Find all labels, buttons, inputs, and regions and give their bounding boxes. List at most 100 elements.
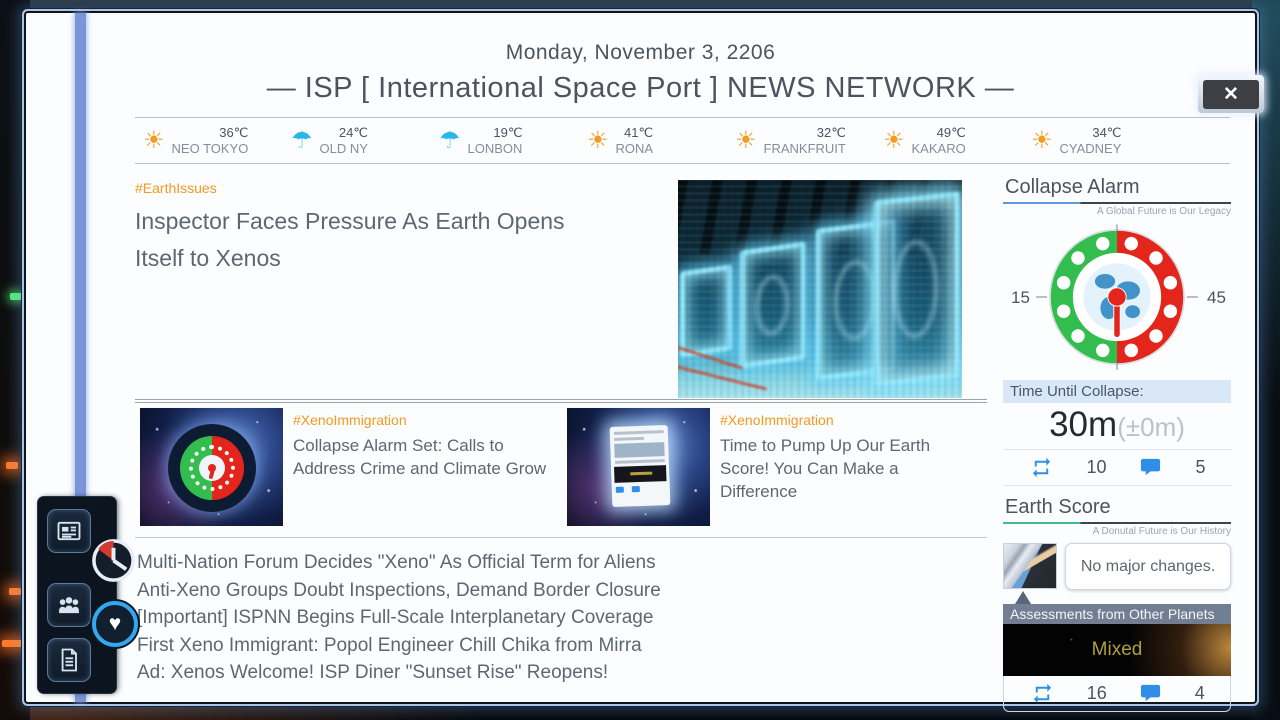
sidebar: Collapse Alarm A Global Future is Our Le… bbox=[1003, 176, 1231, 712]
favorite-button[interactable]: ♥ bbox=[92, 601, 138, 647]
heart-icon: ♥ bbox=[109, 612, 121, 636]
people-icon bbox=[55, 591, 83, 619]
sub-article-headline[interactable]: Collapse Alarm Set: Calls to Address Cri… bbox=[293, 434, 548, 480]
sub-article-thumbnail bbox=[567, 408, 710, 526]
avatar bbox=[1003, 543, 1057, 589]
assessments-image: Mixed bbox=[1003, 624, 1231, 676]
weather-temp: 41℃ bbox=[624, 125, 653, 141]
weather-temp: 24℃ bbox=[339, 125, 368, 141]
main-article-image[interactable] bbox=[678, 180, 962, 398]
divider bbox=[135, 537, 987, 538]
sub-article-card[interactable]: #XenoImmigration Time to Pump Up Our Ear… bbox=[567, 408, 987, 526]
weather-city: KAKARO bbox=[912, 141, 966, 156]
headline-item[interactable]: Multi-Nation Forum Decides "Xeno" As Off… bbox=[137, 549, 989, 577]
retweet-icon[interactable] bbox=[1028, 456, 1055, 479]
news-date: Monday, November 3, 2206 bbox=[26, 41, 1255, 65]
main-article-headline[interactable]: Inspector Faces Pressure As Earth Opens … bbox=[135, 203, 575, 277]
weather-city: FRANKFRUIT bbox=[764, 141, 846, 156]
mosaic-overlay bbox=[678, 180, 962, 398]
collapse-engagement-row: 10 5 bbox=[1003, 450, 1231, 485]
earth-score-tagline: A Donutal Future is Our History bbox=[1003, 526, 1231, 537]
divider bbox=[135, 399, 987, 403]
pointer-triangle bbox=[1015, 591, 1031, 604]
headline-item[interactable]: Anti-Xeno Groups Doubt Inspections, Dema… bbox=[137, 577, 989, 605]
news-card-art bbox=[610, 425, 671, 507]
weather-city: LONBON bbox=[468, 141, 523, 156]
weather-city: OLD NY bbox=[320, 141, 368, 156]
corridor-light bbox=[9, 588, 21, 595]
earth-score-title: Earth Score bbox=[1003, 496, 1231, 519]
gauge-right-label: 45 bbox=[1207, 288, 1226, 307]
collapse-gauge: 15 45 bbox=[1003, 221, 1231, 378]
newspaper-icon bbox=[55, 517, 83, 545]
weather-item: ☀ 49℃KAKARO bbox=[883, 125, 1001, 156]
sun-icon: ☀ bbox=[587, 129, 609, 153]
sun-icon: ☀ bbox=[883, 129, 905, 153]
title-underline bbox=[1003, 522, 1231, 524]
headline-item[interactable]: Ad: Xenos Welcome! ISP Diner "Sunset Ris… bbox=[137, 659, 989, 687]
headline-item[interactable]: First Xeno Immigrant: Popol Engineer Chi… bbox=[137, 632, 989, 660]
sub-article-thumbnail bbox=[140, 408, 283, 526]
weather-item: ☀ 36℃NEO TOKYO bbox=[143, 125, 261, 156]
time-until-collapse-label: Time Until Collapse: bbox=[1003, 380, 1231, 403]
weather-temp: 49℃ bbox=[937, 125, 966, 141]
weather-item: ☂ 19℃LONBON bbox=[439, 125, 557, 156]
weather-strip: ☀ 36℃NEO TOKYO ☂ 24℃OLD NY ☂ 19℃LONBON ☀… bbox=[135, 117, 1230, 164]
corridor-light-green bbox=[10, 293, 22, 300]
sub-article-card[interactable]: #XenoImmigration Collapse Alarm Set: Cal… bbox=[140, 408, 560, 526]
weather-item: ☀ 32℃FRANKFRUIT bbox=[735, 125, 853, 156]
retweet-count: 10 bbox=[1086, 457, 1106, 478]
comment-icon[interactable] bbox=[1137, 682, 1164, 705]
close-icon: ✕ bbox=[1223, 83, 1239, 106]
articles-column: #EarthIssues Inspector Faces Pressure As… bbox=[135, 163, 987, 703]
people-button[interactable] bbox=[47, 583, 91, 627]
weather-city: CYADNEY bbox=[1060, 141, 1122, 156]
gauge-left-label: 15 bbox=[1011, 288, 1030, 307]
time-delta: (±0m) bbox=[1117, 412, 1185, 442]
comment-count: 4 bbox=[1195, 683, 1205, 704]
weather-temp: 36℃ bbox=[219, 125, 248, 141]
dock-menu bbox=[38, 497, 116, 693]
headline-list: Multi-Nation Forum Decides "Xeno" As Off… bbox=[137, 549, 989, 687]
headline-item[interactable]: [Important] ISPNN Begins Full-Scale Inte… bbox=[137, 604, 989, 632]
time-button[interactable] bbox=[90, 537, 137, 584]
weather-item: ☂ 24℃OLD NY bbox=[291, 125, 409, 156]
weather-item: ☀ 34℃CYADNEY bbox=[1031, 125, 1149, 156]
main-article-tag[interactable]: #EarthIssues bbox=[135, 180, 217, 196]
comment-icon[interactable] bbox=[1137, 456, 1164, 479]
sun-icon: ☀ bbox=[735, 129, 757, 153]
corridor-light bbox=[6, 462, 18, 469]
news-button[interactable] bbox=[47, 509, 91, 553]
page-title: — ISP [ International Space Port ] NEWS … bbox=[26, 72, 1255, 105]
umbrella-icon: ☂ bbox=[439, 129, 461, 153]
news-panel: Monday, November 3, 2206 — ISP [ Interna… bbox=[26, 13, 1255, 702]
retweet-count: 16 bbox=[1087, 683, 1107, 704]
assessments-title: Assessments from Other Planets bbox=[1003, 604, 1231, 624]
umbrella-icon: ☂ bbox=[291, 129, 313, 153]
weather-temp: 34℃ bbox=[1092, 125, 1121, 141]
clock-icon bbox=[90, 537, 137, 584]
collapse-gauge-art bbox=[168, 424, 256, 512]
title-underline bbox=[1003, 202, 1231, 204]
close-button[interactable]: ✕ bbox=[1203, 80, 1259, 109]
time-value: 30m bbox=[1049, 405, 1117, 444]
sub-article-tag[interactable]: #XenoImmigration bbox=[720, 412, 975, 428]
collapse-alarm-tagline: A Global Future is Our Legacy bbox=[1003, 206, 1231, 217]
weather-temp: 32℃ bbox=[817, 125, 846, 141]
status-bubble: No major changes. bbox=[1065, 543, 1231, 590]
comment-count: 5 bbox=[1195, 457, 1205, 478]
divider bbox=[1003, 485, 1231, 486]
earth-score-status-row: No major changes. bbox=[1003, 543, 1231, 590]
retweet-icon[interactable] bbox=[1029, 682, 1056, 705]
weather-temp: 19℃ bbox=[493, 125, 522, 141]
assessments-engagement-row: 16 4 bbox=[1004, 676, 1230, 711]
sun-icon: ☀ bbox=[1031, 129, 1053, 153]
log-button[interactable] bbox=[47, 638, 91, 682]
collapse-alarm-title: Collapse Alarm bbox=[1003, 176, 1231, 199]
sun-icon: ☀ bbox=[143, 129, 165, 153]
sub-article-headline[interactable]: Time to Pump Up Our Earth Score! You Can… bbox=[720, 434, 975, 503]
corridor-light bbox=[2, 640, 22, 647]
sub-article-tag[interactable]: #XenoImmigration bbox=[293, 412, 548, 428]
close-tab: ✕ bbox=[1198, 75, 1264, 113]
weather-city: NEO TOKYO bbox=[172, 141, 249, 156]
